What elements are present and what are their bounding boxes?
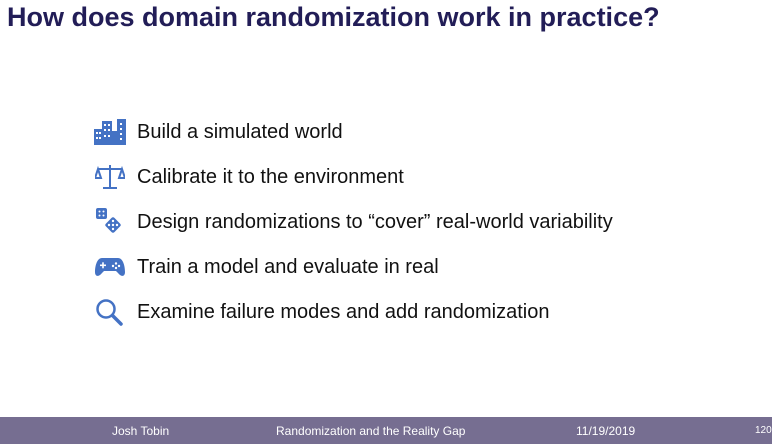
scales-icon	[94, 163, 126, 191]
list-item: Build a simulated world	[94, 117, 343, 147]
buildings-icon	[94, 118, 126, 146]
slide-footer: Josh Tobin Randomization and the Reality…	[0, 417, 772, 444]
item-label: Examine failure modes and add randomizat…	[137, 300, 550, 323]
list-item: Design randomizations to “cover” real-wo…	[94, 207, 613, 237]
footer-date: 11/19/2019	[576, 424, 636, 438]
magnifier-icon	[94, 298, 126, 326]
list-item: Examine failure modes and add randomizat…	[94, 297, 549, 327]
gamepad-icon	[94, 253, 126, 281]
list-item: Train a model and evaluate in real	[94, 252, 439, 282]
page-number: 120	[755, 425, 772, 436]
footer-author: Josh Tobin	[112, 424, 170, 438]
item-label: Design randomizations to “cover” real-wo…	[137, 210, 613, 233]
slide-title: How does domain randomization work in pr…	[7, 2, 660, 32]
footer-talk-title: Randomization and the Reality Gap	[276, 424, 466, 438]
item-label: Build a simulated world	[137, 120, 343, 143]
item-label: Train a model and evaluate in real	[137, 255, 439, 278]
dice-icon	[94, 208, 126, 236]
list-item: Calibrate it to the environment	[94, 162, 404, 192]
item-label: Calibrate it to the environment	[137, 165, 404, 188]
